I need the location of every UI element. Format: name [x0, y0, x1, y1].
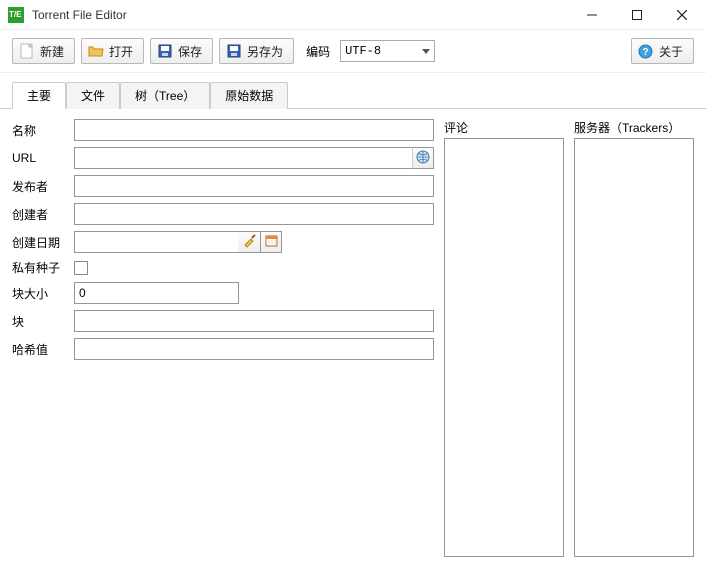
hash-label: 哈希值 — [12, 341, 74, 358]
comments-box: 评论 — [444, 119, 564, 557]
piecesize-label: 块大小 — [12, 285, 74, 302]
created-label: 创建日期 — [12, 234, 74, 251]
main-content: 名称 URL 发布者 创建者 创建日期 — [0, 109, 706, 569]
close-button[interactable] — [659, 1, 704, 29]
new-button[interactable]: 新建 — [12, 38, 75, 64]
encoding-select[interactable]: UTF-8 — [340, 40, 435, 62]
private-label: 私有种子 — [12, 259, 74, 276]
globe-icon — [416, 150, 430, 167]
open-button-label: 打开 — [109, 43, 133, 60]
url-browse-button[interactable] — [412, 147, 434, 169]
publisher-input[interactable] — [74, 175, 434, 197]
name-input[interactable] — [74, 119, 434, 141]
floppy-saveas-icon — [226, 43, 242, 59]
app-icon — [8, 7, 24, 23]
tab-tree[interactable]: 树（Tree） — [120, 82, 210, 109]
url-input[interactable] — [74, 147, 412, 169]
open-button[interactable]: 打开 — [81, 38, 144, 64]
broom-icon — [242, 234, 256, 251]
tab-files[interactable]: 文件 — [66, 82, 120, 109]
window-title: Torrent File Editor — [32, 8, 569, 22]
minimize-button[interactable] — [569, 1, 614, 29]
save-button-label: 保存 — [178, 43, 202, 60]
chevron-down-icon — [422, 49, 430, 54]
name-label: 名称 — [12, 122, 74, 139]
saveas-button[interactable]: 另存为 — [219, 38, 294, 64]
pieces-label: 块 — [12, 313, 74, 330]
encoding-label: 编码 — [306, 43, 330, 60]
date-picker-button[interactable] — [260, 231, 282, 253]
svg-text:?: ? — [643, 47, 649, 58]
pieces-input[interactable] — [74, 310, 434, 332]
form-column: 名称 URL 发布者 创建者 创建日期 — [12, 119, 444, 557]
floppy-save-icon — [157, 43, 173, 59]
side-column: 评论 服务器（Trackers） — [444, 119, 694, 557]
toolbar: 新建 打开 保存 另存为 编码 UTF-8 ? 关于 — [0, 30, 706, 73]
titlebar: Torrent File Editor — [0, 0, 706, 30]
tab-main[interactable]: 主要 — [12, 82, 66, 109]
created-input[interactable] — [74, 231, 238, 253]
new-button-label: 新建 — [40, 43, 64, 60]
about-button-label: 关于 — [659, 43, 683, 60]
comments-list[interactable] — [444, 138, 564, 557]
help-icon: ? — [638, 43, 654, 59]
creator-label: 创建者 — [12, 206, 74, 223]
publisher-label: 发布者 — [12, 178, 74, 195]
private-checkbox[interactable] — [74, 261, 88, 275]
tabs: 主要 文件 树（Tree） 原始数据 — [0, 73, 706, 109]
url-label: URL — [12, 151, 74, 165]
save-button[interactable]: 保存 — [150, 38, 213, 64]
creator-input[interactable] — [74, 203, 434, 225]
window-controls — [569, 1, 704, 29]
maximize-button[interactable] — [614, 1, 659, 29]
piecesize-input[interactable] — [74, 282, 239, 304]
about-button[interactable]: ? 关于 — [631, 38, 694, 64]
calendar-icon — [265, 234, 278, 250]
trackers-label: 服务器（Trackers） — [574, 119, 694, 136]
file-new-icon — [19, 43, 35, 59]
trackers-list[interactable] — [574, 138, 694, 557]
folder-open-icon — [88, 43, 104, 59]
tab-raw[interactable]: 原始数据 — [210, 82, 288, 109]
encoding-value: UTF-8 — [345, 44, 381, 58]
saveas-button-label: 另存为 — [247, 43, 283, 60]
trackers-box: 服务器（Trackers） — [574, 119, 694, 557]
date-clear-button[interactable] — [238, 231, 260, 253]
hash-input[interactable] — [74, 338, 434, 360]
comments-label: 评论 — [444, 119, 564, 136]
